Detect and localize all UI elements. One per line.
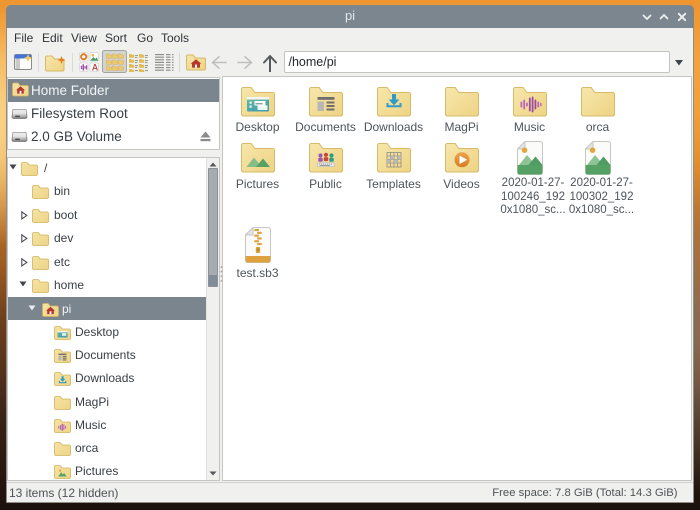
svg-text:A: A (92, 62, 99, 72)
